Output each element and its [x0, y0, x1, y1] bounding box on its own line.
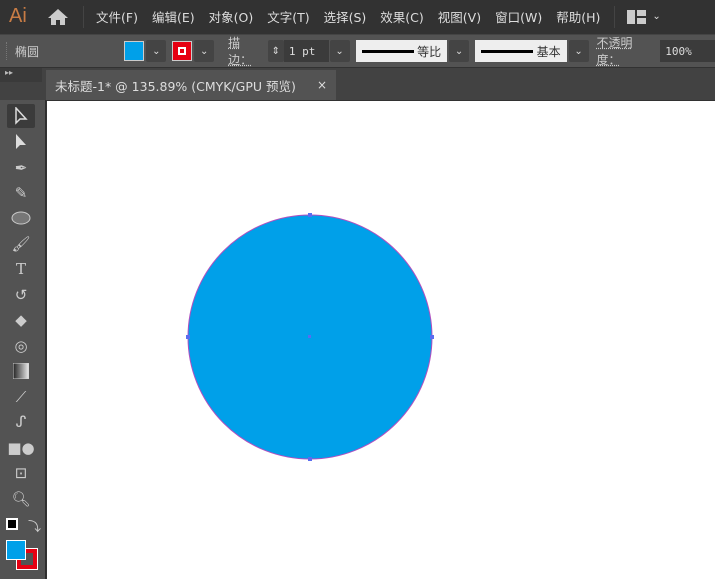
menu-view[interactable]: 视图(V)	[438, 7, 481, 26]
paintbrush-tool-icon[interactable]: 🖌︎	[7, 232, 35, 256]
pen-tool-icon[interactable]: ✒	[7, 156, 35, 180]
opacity-label[interactable]: 不透明度：	[597, 34, 657, 68]
menu-object[interactable]: 对象(O)	[209, 7, 254, 26]
fill-color-box[interactable]	[6, 540, 26, 560]
stroke-weight-input[interactable]: 1 pt	[283, 40, 329, 62]
type-tool-icon[interactable]: T	[7, 257, 35, 281]
stroke-swatch[interactable]	[172, 41, 193, 61]
eyedropper-tool-icon[interactable]: ⟋	[7, 385, 35, 409]
tools-panel: ✒ ✎ 🖌︎ T ↺ ◆ ◎ ⟋ ᔑ ■● ⊡ 🔍︎ ⤵	[0, 100, 46, 579]
menu-help[interactable]: 帮助(H)	[556, 7, 600, 26]
home-icon[interactable]	[47, 7, 69, 27]
ai-logo: Ai	[9, 5, 27, 27]
divider	[83, 5, 84, 28]
brush-definition[interactable]: 基本	[475, 40, 567, 62]
grip-handle[interactable]	[6, 42, 9, 60]
symbol-sprayer-tool-icon[interactable]: ■●	[7, 436, 35, 460]
document-tab-title: 未标题-1* @ 135.89% (CMYK/GPU 预览)	[55, 78, 296, 94]
document-tab[interactable]: 未标题-1* @ 135.89% (CMYK/GPU 预览) ×	[46, 70, 336, 100]
fill-swatch[interactable]	[124, 41, 145, 61]
ellipse-tool-icon[interactable]	[7, 206, 35, 230]
workspace-layout-icon[interactable]: ⌄	[627, 9, 661, 24]
blend-tool-icon[interactable]: ᔑ	[7, 410, 35, 434]
fill-dropdown[interactable]: ⌄	[146, 40, 167, 62]
stroke-weight-dropdown[interactable]: ⌄	[329, 40, 350, 62]
stroke-weight-stepper[interactable]: ⇕	[267, 40, 284, 62]
direct-selection-tool-icon[interactable]	[7, 130, 35, 154]
rotate-tool-icon[interactable]: ↺	[7, 283, 35, 307]
stroke-label[interactable]: 描边：	[228, 34, 264, 68]
object-type-label: 椭圆	[14, 44, 39, 59]
eraser-tool-icon[interactable]: ◆	[7, 308, 35, 332]
zoom-tool-icon[interactable]: 🔍︎	[7, 487, 35, 511]
default-colors-icon[interactable]	[6, 518, 18, 530]
artboard-canvas[interactable]: 软件自学网 WWW.RJZXW.COM	[47, 101, 715, 579]
stroke-dropdown[interactable]: ⌄	[194, 40, 215, 62]
menu-bar: Ai 文件(F) 编辑(E) 对象(O) 文字(T) 选择(S) 效果(C) 视…	[0, 0, 715, 33]
control-bar: 椭圆 ⌄ ⌄ 描边： ⇕ 1 pt ⌄ 等比 ⌄ 基本 ⌄ 不透明度： 100%	[0, 34, 715, 67]
swap-colors-icon[interactable]: ⤵	[28, 516, 41, 535]
opacity-input[interactable]: 100%	[660, 40, 715, 62]
toolbar-collapse-icon[interactable]: ▸▸	[0, 68, 42, 82]
menu-select[interactable]: 选择(S)	[324, 7, 367, 26]
profile-label: 等比	[417, 44, 442, 59]
close-tab-icon[interactable]: ×	[317, 78, 327, 92]
menu-file[interactable]: 文件(F)	[96, 7, 138, 26]
menu-effect[interactable]: 效果(C)	[380, 7, 423, 26]
brush-label: 基本	[536, 44, 561, 59]
profile-dropdown[interactable]: ⌄	[449, 40, 470, 62]
artwork	[186, 213, 434, 461]
shape-builder-tool-icon[interactable]: ◎	[7, 334, 35, 358]
divider	[614, 5, 616, 28]
gradient-tool-icon[interactable]	[7, 359, 35, 383]
document-tabs: 未标题-1* @ 135.89% (CMYK/GPU 预览) ×	[0, 68, 715, 100]
brush-dropdown[interactable]: ⌄	[568, 40, 589, 62]
selection-tool-icon[interactable]	[7, 104, 35, 128]
menu-type[interactable]: 文字(T)	[267, 7, 309, 26]
menu-window[interactable]: 窗口(W)	[495, 7, 542, 26]
variable-width-profile[interactable]: 等比	[355, 40, 448, 62]
menu-edit[interactable]: 编辑(E)	[152, 7, 195, 26]
artboard-tool-icon[interactable]: ⊡	[7, 461, 35, 485]
curvature-tool-icon[interactable]: ✎	[7, 181, 35, 205]
